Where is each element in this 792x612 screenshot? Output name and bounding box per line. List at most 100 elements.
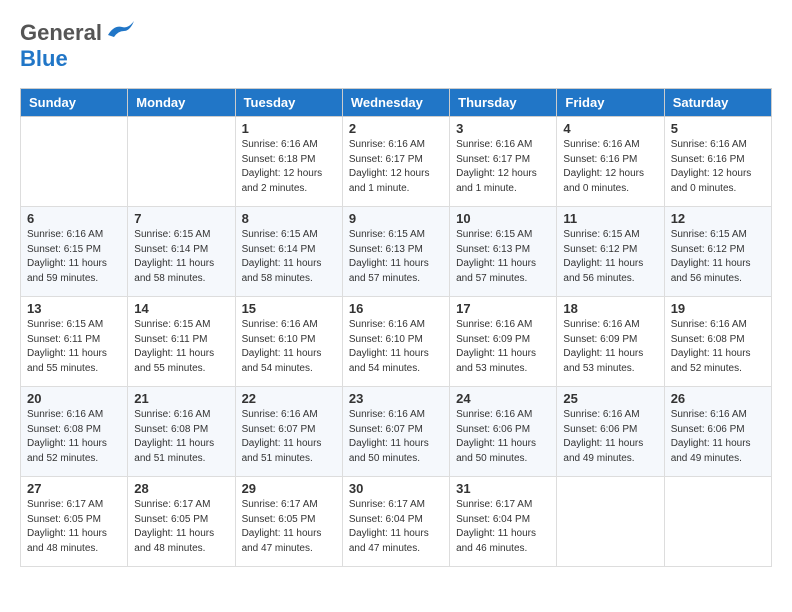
logo-bird-icon	[104, 17, 140, 41]
day-number: 15	[242, 301, 336, 316]
calendar-week-5: 27 Sunrise: 6:17 AM Sunset: 6:05 PM Dayli…	[21, 477, 772, 567]
calendar-cell: 16 Sunrise: 6:16 AM Sunset: 6:10 PM Dayli…	[342, 297, 449, 387]
calendar-cell: 13Sunrise: 6:15 AM Sunset: 6:11 PM Dayli…	[21, 297, 128, 387]
calendar-cell: 25 Sunrise: 6:16 AM Sunset: 6:06 PM Dayli…	[557, 387, 664, 477]
calendar-cell: 6 Sunrise: 6:16 AM Sunset: 6:15 PM Daylig…	[21, 207, 128, 297]
page-header: General Blue	[20, 20, 772, 72]
day-number: 26	[671, 391, 765, 406]
day-info: Sunrise: 6:16 AM Sunset: 6:10 PM Dayligh…	[349, 318, 443, 376]
day-info: Sunrise: 6:17 AM Sunset: 6:05 PM Dayligh…	[27, 498, 121, 556]
day-number: 18	[563, 301, 657, 316]
day-header-sunday: Sunday	[21, 89, 128, 117]
day-number: 13	[27, 301, 121, 316]
day-info: Sunrise: 6:16 AM Sunset: 6:17 PM Dayligh…	[349, 138, 443, 196]
day-number: 1	[242, 121, 336, 136]
calendar-cell: 18 Sunrise: 6:16 AM Sunset: 6:09 PM Dayli…	[557, 297, 664, 387]
day-number: 23	[349, 391, 443, 406]
calendar-cell: 12 Sunrise: 6:15 AM Sunset: 6:12 PM Dayli…	[664, 207, 771, 297]
day-info: Sunrise: 6:16 AM Sunset: 6:06 PM Dayligh…	[563, 408, 657, 466]
logo-general: General	[20, 20, 102, 46]
day-info: Sunrise: 6:15 AM Sunset: 6:11 PM Dayligh…	[134, 318, 228, 376]
day-info: Sunrise: 6:16 AM Sunset: 6:09 PM Dayligh…	[563, 318, 657, 376]
day-info: Sunrise: 6:15 AM Sunset: 6:12 PM Dayligh…	[563, 228, 657, 286]
day-number: 10	[456, 211, 550, 226]
calendar-cell: 24 Sunrise: 6:16 AM Sunset: 6:06 PM Dayli…	[450, 387, 557, 477]
calendar-cell	[557, 477, 664, 567]
day-number: 30	[349, 481, 443, 496]
day-info: Sunrise: 6:17 AM Sunset: 6:05 PM Dayligh…	[134, 498, 228, 556]
day-info: Sunrise: 6:16 AM Sunset: 6:15 PM Dayligh…	[27, 228, 121, 286]
calendar-cell: 1 Sunrise: 6:16 AM Sunset: 6:18 PM Daylig…	[235, 117, 342, 207]
calendar-cell: 27 Sunrise: 6:17 AM Sunset: 6:05 PM Dayli…	[21, 477, 128, 567]
calendar-cell: 4 Sunrise: 6:16 AM Sunset: 6:16 PM Daylig…	[557, 117, 664, 207]
day-number: 19	[671, 301, 765, 316]
day-info: Sunrise: 6:16 AM Sunset: 6:18 PM Dayligh…	[242, 138, 336, 196]
day-number: 12	[671, 211, 765, 226]
day-number: 16	[349, 301, 443, 316]
calendar-cell	[128, 117, 235, 207]
day-number: 22	[242, 391, 336, 406]
day-info: Sunrise: 6:16 AM Sunset: 6:08 PM Dayligh…	[134, 408, 228, 466]
calendar-header-row: SundayMondayTuesdayWednesdayThursdayFrid…	[21, 89, 772, 117]
calendar-cell: 30 Sunrise: 6:17 AM Sunset: 6:04 PM Dayli…	[342, 477, 449, 567]
day-number: 7	[134, 211, 228, 226]
calendar-cell: 17Sunrise: 6:16 AM Sunset: 6:09 PM Dayli…	[450, 297, 557, 387]
day-info: Sunrise: 6:16 AM Sunset: 6:09 PM Dayligh…	[456, 318, 550, 376]
day-header-saturday: Saturday	[664, 89, 771, 117]
calendar-cell: 10 Sunrise: 6:15 AM Sunset: 6:13 PM Dayli…	[450, 207, 557, 297]
day-info: Sunrise: 6:16 AM Sunset: 6:08 PM Dayligh…	[671, 318, 765, 376]
day-number: 28	[134, 481, 228, 496]
calendar-cell: 9 Sunrise: 6:15 AM Sunset: 6:13 PM Daylig…	[342, 207, 449, 297]
day-info: Sunrise: 6:15 AM Sunset: 6:13 PM Dayligh…	[349, 228, 443, 286]
calendar-cell: 23 Sunrise: 6:16 AM Sunset: 6:07 PM Dayli…	[342, 387, 449, 477]
day-number: 6	[27, 211, 121, 226]
day-number: 31	[456, 481, 550, 496]
day-info: Sunrise: 6:16 AM Sunset: 6:07 PM Dayligh…	[242, 408, 336, 466]
logo: General Blue	[20, 20, 140, 72]
calendar-cell: 21 Sunrise: 6:16 AM Sunset: 6:08 PM Dayli…	[128, 387, 235, 477]
calendar-cell: 8 Sunrise: 6:15 AM Sunset: 6:14 PM Daylig…	[235, 207, 342, 297]
day-info: Sunrise: 6:16 AM Sunset: 6:06 PM Dayligh…	[456, 408, 550, 466]
day-info: Sunrise: 6:16 AM Sunset: 6:10 PM Dayligh…	[242, 318, 336, 376]
day-number: 2	[349, 121, 443, 136]
calendar-cell: 22 Sunrise: 6:16 AM Sunset: 6:07 PM Dayli…	[235, 387, 342, 477]
calendar-week-2: 6 Sunrise: 6:16 AM Sunset: 6:15 PM Daylig…	[21, 207, 772, 297]
day-header-thursday: Thursday	[450, 89, 557, 117]
day-number: 21	[134, 391, 228, 406]
calendar-week-3: 13 Sunrise: 6:15 AM Sunset: 6:11 PM Dayli…	[21, 297, 772, 387]
calendar-week-4: 20 Sunrise: 6:16 AM Sunset: 6:08 PM Dayli…	[21, 387, 772, 477]
calendar-cell: 19 Sunrise: 6:16 AM Sunset: 6:08 PM Dayli…	[664, 297, 771, 387]
calendar-cell: 26Sunrise: 6:16 AM Sunset: 6:06 PM Dayli…	[664, 387, 771, 477]
calendar-cell: 3Sunrise: 6:16 AM Sunset: 6:17 PM Daylig…	[450, 117, 557, 207]
day-number: 9	[349, 211, 443, 226]
day-number: 24	[456, 391, 550, 406]
calendar-cell: 28 Sunrise: 6:17 AM Sunset: 6:05 PM Dayli…	[128, 477, 235, 567]
day-number: 25	[563, 391, 657, 406]
calendar-cell: 11 Sunrise: 6:15 AM Sunset: 6:12 PM Dayli…	[557, 207, 664, 297]
calendar-table: SundayMondayTuesdayWednesdayThursdayFrid…	[20, 88, 772, 567]
calendar-cell: 5Sunrise: 6:16 AM Sunset: 6:16 PM Daylig…	[664, 117, 771, 207]
calendar-cell: 2 Sunrise: 6:16 AM Sunset: 6:17 PM Daylig…	[342, 117, 449, 207]
day-info: Sunrise: 6:16 AM Sunset: 6:07 PM Dayligh…	[349, 408, 443, 466]
day-number: 27	[27, 481, 121, 496]
day-number: 11	[563, 211, 657, 226]
calendar-cell: 15 Sunrise: 6:16 AM Sunset: 6:10 PM Dayli…	[235, 297, 342, 387]
day-number: 29	[242, 481, 336, 496]
calendar-cell	[664, 477, 771, 567]
day-info: Sunrise: 6:15 AM Sunset: 6:14 PM Dayligh…	[134, 228, 228, 286]
day-info: Sunrise: 6:15 AM Sunset: 6:12 PM Dayligh…	[671, 228, 765, 286]
day-info: Sunrise: 6:16 AM Sunset: 6:17 PM Dayligh…	[456, 138, 550, 196]
day-info: Sunrise: 6:15 AM Sunset: 6:13 PM Dayligh…	[456, 228, 550, 286]
calendar-cell: 14Sunrise: 6:15 AM Sunset: 6:11 PM Dayli…	[128, 297, 235, 387]
day-info: Sunrise: 6:17 AM Sunset: 6:04 PM Dayligh…	[349, 498, 443, 556]
day-header-wednesday: Wednesday	[342, 89, 449, 117]
day-number: 4	[563, 121, 657, 136]
day-number: 8	[242, 211, 336, 226]
calendar-cell: 31 Sunrise: 6:17 AM Sunset: 6:04 PM Dayli…	[450, 477, 557, 567]
day-number: 20	[27, 391, 121, 406]
day-info: Sunrise: 6:16 AM Sunset: 6:16 PM Dayligh…	[563, 138, 657, 196]
calendar-cell	[21, 117, 128, 207]
day-info: Sunrise: 6:17 AM Sunset: 6:04 PM Dayligh…	[456, 498, 550, 556]
day-info: Sunrise: 6:15 AM Sunset: 6:14 PM Dayligh…	[242, 228, 336, 286]
day-info: Sunrise: 6:16 AM Sunset: 6:16 PM Dayligh…	[671, 138, 765, 196]
